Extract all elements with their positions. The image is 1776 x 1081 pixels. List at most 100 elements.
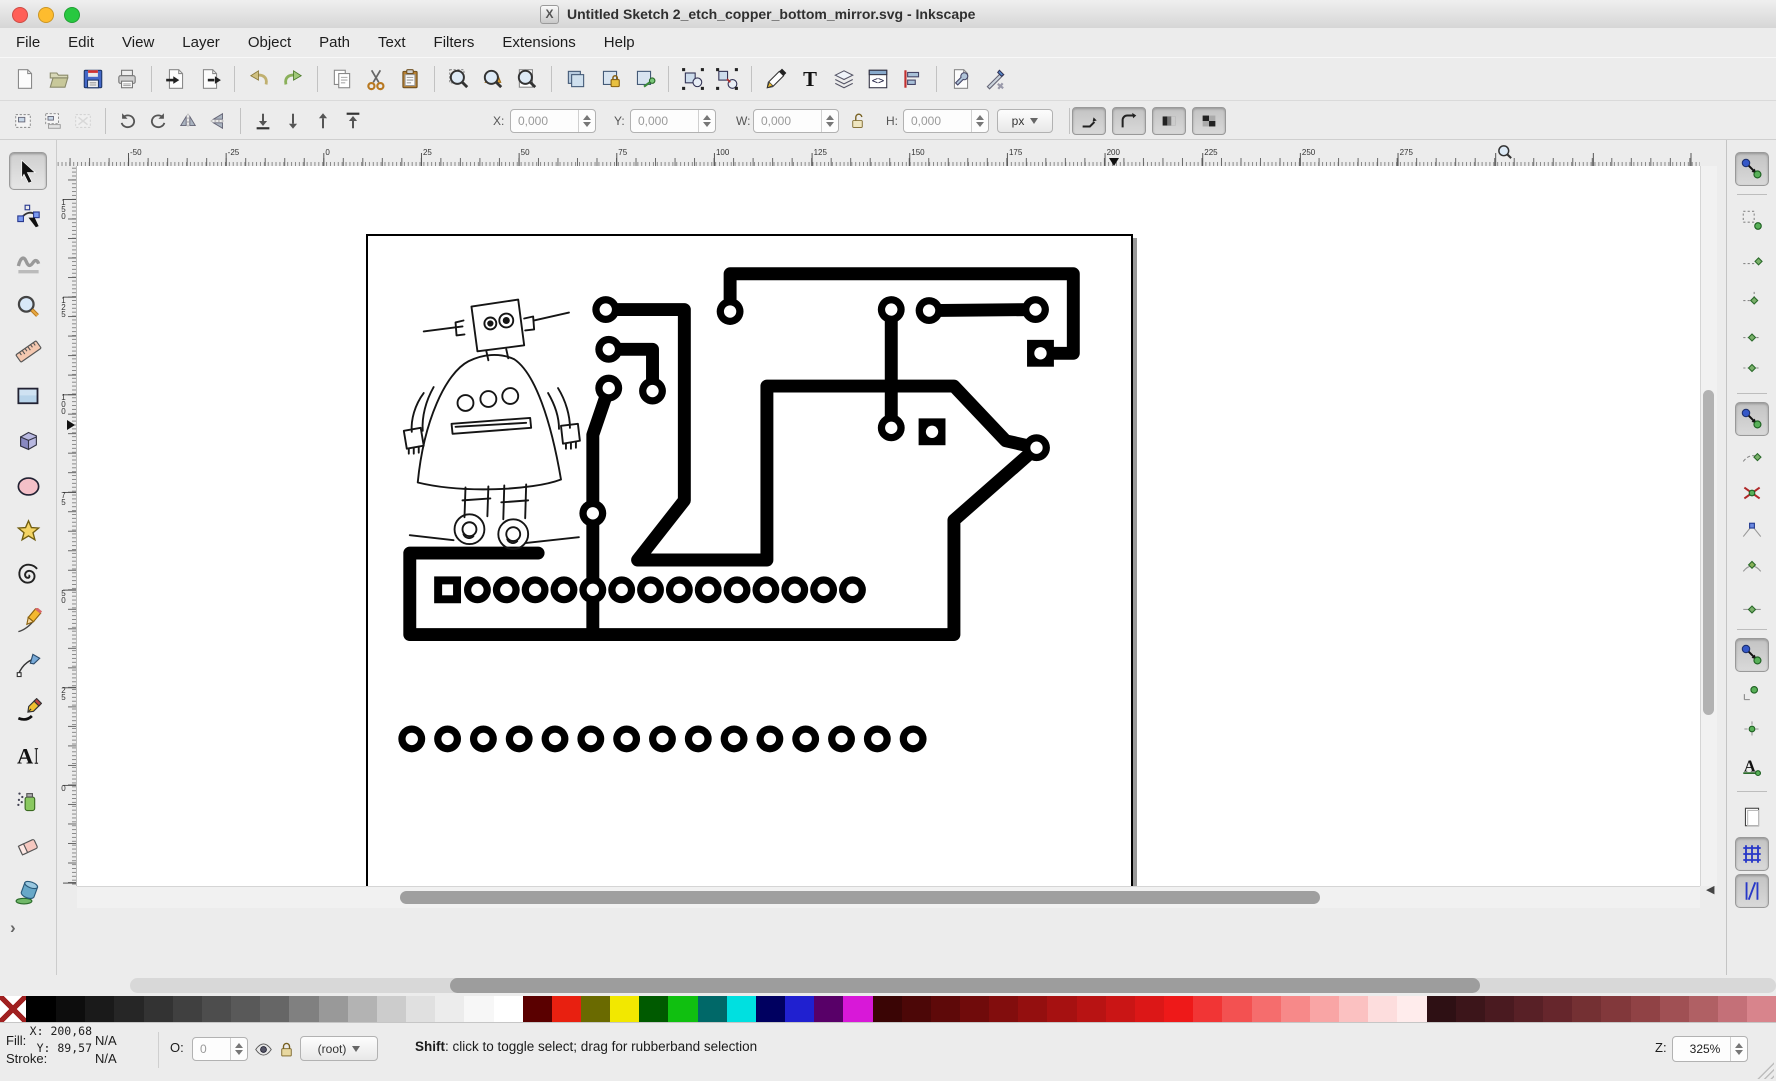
w-spin-arrows[interactable] [821, 110, 838, 132]
snap-bbox-edges-button[interactable] [1735, 240, 1769, 274]
palette-swatch[interactable] [435, 996, 464, 1022]
text-tool-tool-button[interactable]: A [9, 737, 47, 775]
zoom-window-button[interactable] [64, 7, 80, 23]
lower-to-bottom-button[interactable] [249, 107, 277, 135]
palette-swatch[interactable] [319, 996, 348, 1022]
close-button[interactable] [12, 7, 28, 23]
palette-swatch[interactable] [1427, 996, 1456, 1022]
layer-visibility-eye-icon[interactable] [254, 1040, 273, 1059]
palette-swatch[interactable] [785, 996, 814, 1022]
palette-swatch[interactable] [1747, 996, 1776, 1022]
palette-swatch[interactable] [1368, 996, 1397, 1022]
select-all-button[interactable] [9, 107, 37, 135]
ellipse-tool-button[interactable] [9, 467, 47, 505]
snap-others-button[interactable] [1735, 638, 1769, 672]
vertical-scrollbar[interactable] [1700, 166, 1717, 886]
cut-button[interactable] [360, 63, 392, 95]
w-input[interactable]: 0,000 [753, 109, 839, 133]
raise-to-top-button[interactable] [339, 107, 367, 135]
palette-swatch[interactable] [289, 996, 318, 1022]
palette-swatch[interactable] [902, 996, 931, 1022]
snap-paths-button[interactable] [1735, 439, 1769, 473]
palette-swatch[interactable] [1456, 996, 1485, 1022]
flip-horizontal-button[interactable] [174, 107, 202, 135]
bezier-tool-button[interactable] [9, 647, 47, 685]
palette-swatch[interactable] [1485, 996, 1514, 1022]
zoom-input[interactable]: 325% [1672, 1036, 1748, 1062]
h-spin-arrows[interactable] [971, 110, 988, 132]
palette-swatch[interactable] [814, 996, 843, 1022]
menu-layer[interactable]: Layer [168, 28, 234, 57]
snap-line-midpoints-button[interactable] [1735, 587, 1769, 621]
measure-tool-button[interactable] [9, 332, 47, 370]
palette-swatch[interactable] [610, 996, 639, 1022]
menu-path[interactable]: Path [305, 28, 364, 57]
unit-dropdown[interactable]: px [997, 109, 1053, 133]
zoom-drawing-button[interactable] [477, 63, 509, 95]
snap-text-baselines-button[interactable]: A [1735, 749, 1769, 783]
duplicate-button[interactable] [560, 63, 592, 95]
palette-swatch[interactable] [1193, 996, 1222, 1022]
snap-bbox-midpoints-button[interactable] [1735, 314, 1769, 348]
zoom-tool-tool-button[interactable] [9, 287, 47, 325]
node-editor-tool-button[interactable] [9, 197, 47, 235]
palette-swatch[interactable] [873, 996, 902, 1022]
canvas-viewport[interactable] [77, 166, 1700, 886]
resize-grip[interactable] [1754, 1059, 1774, 1079]
snap-grid-button[interactable] [1735, 837, 1769, 871]
palette-swatch[interactable] [1135, 996, 1164, 1022]
palette-swatch-none[interactable] [0, 996, 27, 1022]
menu-object[interactable]: Object [234, 28, 305, 57]
document-properties-button[interactable] [945, 63, 977, 95]
palette-swatch[interactable] [1047, 996, 1076, 1022]
snap-rotation-centers-button[interactable] [1735, 712, 1769, 746]
palette-swatch[interactable] [523, 996, 552, 1022]
star-tool-button[interactable] [9, 512, 47, 550]
palette-swatch[interactable] [464, 996, 493, 1022]
unlink-clone-button[interactable] [628, 63, 660, 95]
palette-swatch[interactable] [1631, 996, 1660, 1022]
move-patterns-toggle[interactable] [1192, 107, 1226, 135]
create-clone-button[interactable] [594, 63, 626, 95]
box3d-tool-button[interactable] [9, 422, 47, 460]
palette-swatch[interactable] [756, 996, 785, 1022]
palette-scrollbar[interactable] [0, 975, 1776, 996]
palette-swatch[interactable] [1106, 996, 1135, 1022]
opacity-spin-arrows[interactable] [230, 1038, 247, 1060]
palette-swatch[interactable] [552, 996, 581, 1022]
palette-swatch[interactable] [348, 996, 377, 1022]
flip-vertical-button[interactable] [204, 107, 232, 135]
raise-button[interactable] [309, 107, 337, 135]
calligraphy-tool-button[interactable] [9, 692, 47, 730]
new-document-button[interactable] [9, 63, 41, 95]
menu-file[interactable]: File [2, 28, 54, 57]
layer-dropdown[interactable]: (root) [300, 1036, 378, 1061]
zoom-page-button[interactable] [511, 63, 543, 95]
opacity-input[interactable]: 0 [192, 1037, 248, 1061]
palette-swatch[interactable] [989, 996, 1018, 1022]
preferences-button[interactable] [979, 63, 1011, 95]
copy-button[interactable] [326, 63, 358, 95]
import-button[interactable] [160, 63, 192, 95]
h-input[interactable]: 0,000 [903, 109, 989, 133]
palette-swatch[interactable] [1689, 996, 1718, 1022]
horizontal-scroll-thumb[interactable] [400, 891, 1320, 904]
vertical-ruler[interactable]: 1 5 01 2 51 0 07 55 02 50 [57, 166, 77, 886]
snap-guides-button[interactable] [1735, 874, 1769, 908]
fill-value[interactable]: N/A [95, 1032, 117, 1050]
palette-swatch[interactable] [144, 996, 173, 1022]
palette-swatch[interactable] [931, 996, 960, 1022]
palette-swatch[interactable] [1514, 996, 1543, 1022]
y-spin-arrows[interactable] [698, 110, 715, 132]
snap-bbox-centers-button[interactable] [1735, 351, 1769, 385]
snap-bbox-corners-button[interactable] [1735, 277, 1769, 311]
x-spin-arrows[interactable] [578, 110, 595, 132]
minimize-button[interactable] [38, 7, 54, 23]
palette-swatch[interactable] [1281, 996, 1310, 1022]
snap-smooth-nodes-button[interactable] [1735, 550, 1769, 584]
fill-stroke-dialog-button[interactable] [760, 63, 792, 95]
text-dialog-button[interactable]: T [794, 63, 826, 95]
palette-swatch[interactable] [727, 996, 756, 1022]
open-document-button[interactable] [43, 63, 75, 95]
palette-swatch[interactable] [1397, 996, 1426, 1022]
